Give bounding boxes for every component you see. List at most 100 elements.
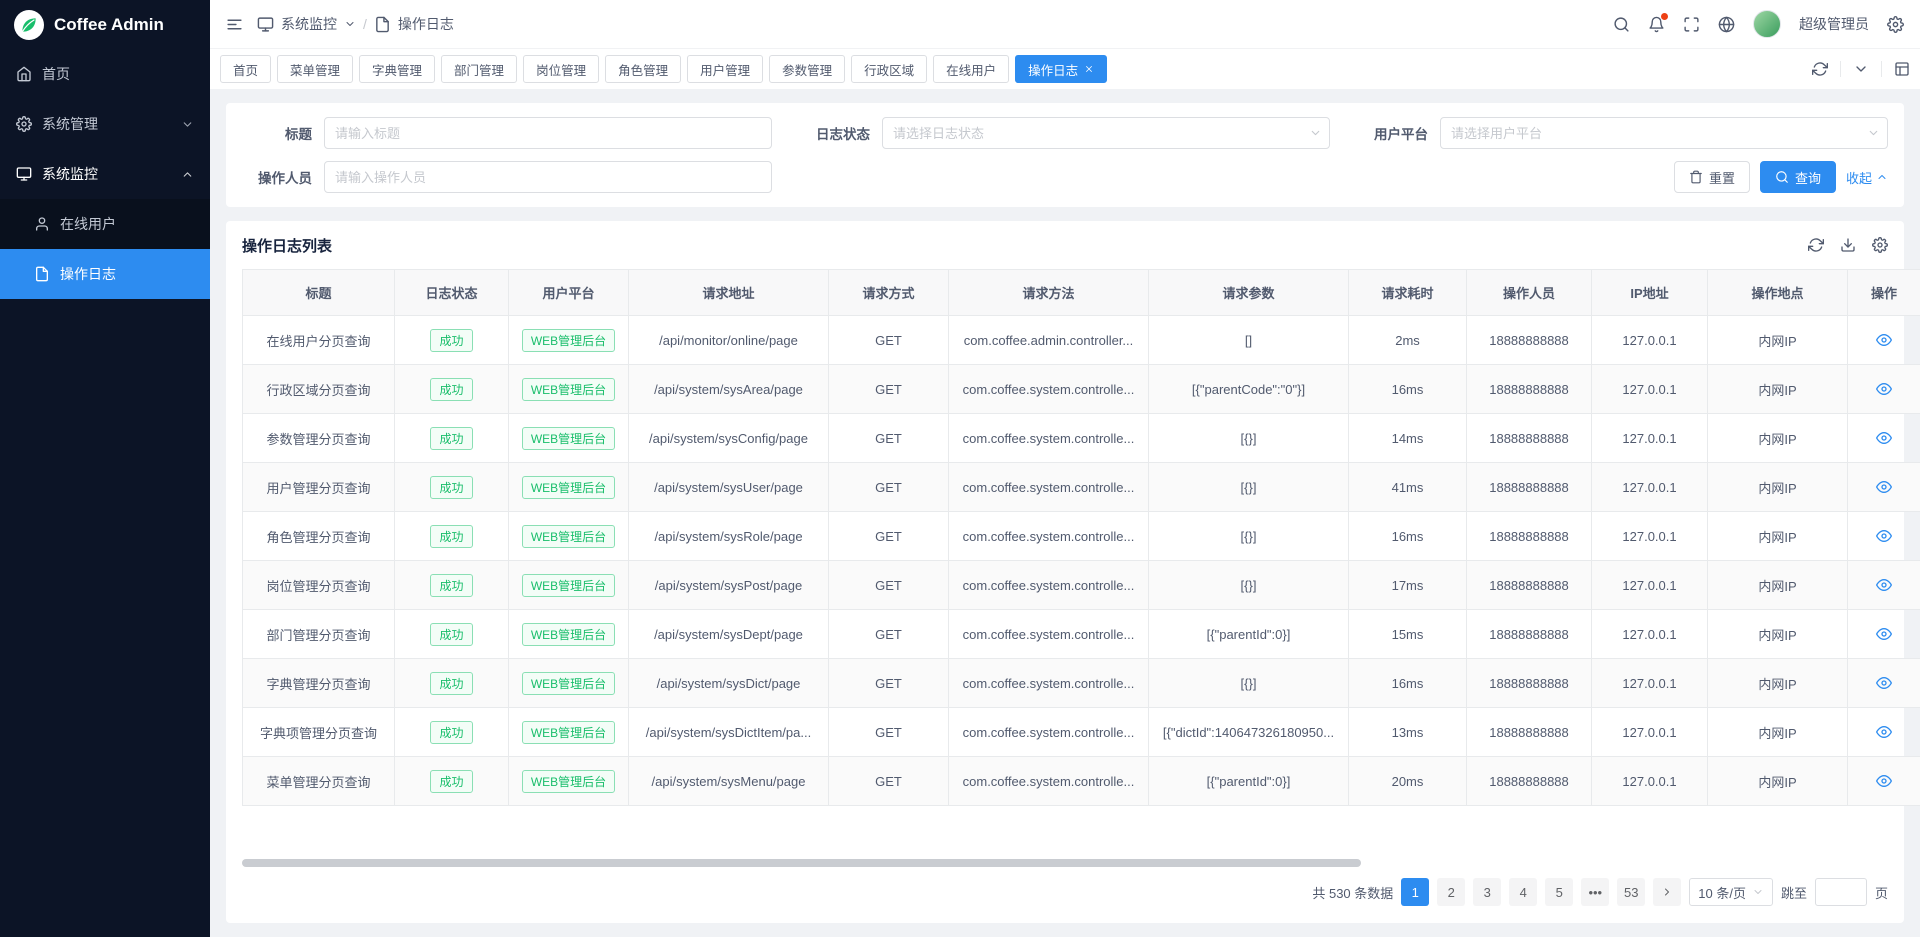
cell-func: com.coffee.system.controlle... bbox=[949, 708, 1149, 757]
gear-icon[interactable] bbox=[1887, 16, 1904, 33]
search-button[interactable]: 查询 bbox=[1760, 161, 1836, 193]
platform-badge: WEB管理后台 bbox=[522, 574, 615, 597]
page-size-value: 10 条/页 bbox=[1698, 883, 1746, 902]
cell-platform: WEB管理后台 bbox=[509, 365, 629, 414]
cell-method: GET bbox=[829, 561, 949, 610]
page-ellipsis[interactable]: ••• bbox=[1581, 878, 1609, 906]
cell-func: com.coffee.system.controlle... bbox=[949, 561, 1149, 610]
view-detail-eye-icon[interactable] bbox=[1876, 626, 1892, 642]
table-row: 岗位管理分页查询成功WEB管理后台/api/system/sysPost/pag… bbox=[243, 561, 1920, 610]
log-status-label: 日志状态 bbox=[800, 123, 870, 143]
view-detail-eye-icon[interactable] bbox=[1876, 332, 1892, 348]
next-page-button[interactable] bbox=[1653, 878, 1681, 906]
cell-title: 菜单管理分页查询 bbox=[243, 757, 395, 806]
cell-platform: WEB管理后台 bbox=[509, 610, 629, 659]
page-button-5[interactable]: 5 bbox=[1545, 878, 1573, 906]
page-button-4[interactable]: 4 bbox=[1509, 878, 1537, 906]
jump-page-input[interactable] bbox=[1815, 878, 1867, 906]
username[interactable]: 超级管理员 bbox=[1799, 14, 1869, 34]
cell-duration: 20ms bbox=[1349, 757, 1467, 806]
horizontal-scrollbar bbox=[242, 859, 1888, 867]
tab-3[interactable]: 部门管理 bbox=[441, 55, 517, 83]
view-detail-eye-icon[interactable] bbox=[1876, 724, 1892, 740]
export-icon[interactable] bbox=[1840, 237, 1856, 253]
fullscreen-icon[interactable] bbox=[1683, 16, 1700, 33]
page-button-1[interactable]: 1 bbox=[1401, 878, 1429, 906]
cell-ip: 127.0.0.1 bbox=[1592, 316, 1708, 365]
breadcrumb-separator: / bbox=[363, 16, 367, 32]
bell-icon[interactable] bbox=[1648, 16, 1665, 33]
column-header: 操作地点 bbox=[1708, 270, 1848, 316]
view-detail-eye-icon[interactable] bbox=[1876, 675, 1892, 691]
sidebar-item-system-management[interactable]: 系统管理 bbox=[0, 99, 210, 149]
page-button-2[interactable]: 2 bbox=[1437, 878, 1465, 906]
filter-panel: 标题 日志状态 bbox=[226, 103, 1904, 207]
cell-url: /api/system/sysArea/page bbox=[629, 365, 829, 414]
layout-icon[interactable] bbox=[1894, 61, 1910, 77]
page-size-select[interactable]: 10 条/页 bbox=[1689, 878, 1773, 906]
cell-params: [{}] bbox=[1149, 463, 1349, 512]
log-status-select[interactable] bbox=[882, 117, 1330, 149]
refresh-icon[interactable] bbox=[1808, 237, 1824, 253]
cell-method: GET bbox=[829, 757, 949, 806]
view-detail-eye-icon[interactable] bbox=[1876, 773, 1892, 789]
view-detail-eye-icon[interactable] bbox=[1876, 577, 1892, 593]
sidebar-item-home[interactable]: 首页 bbox=[0, 49, 210, 99]
page-button-3[interactable]: 3 bbox=[1473, 878, 1501, 906]
view-detail-eye-icon[interactable] bbox=[1876, 479, 1892, 495]
close-icon[interactable] bbox=[1084, 64, 1094, 74]
file-icon bbox=[34, 266, 50, 282]
breadcrumb-item[interactable]: 操作日志 bbox=[398, 14, 454, 34]
breadcrumb-item[interactable]: 系统监控 bbox=[281, 14, 337, 34]
cell-title: 行政区域分页查询 bbox=[243, 365, 395, 414]
column-header: 请求方法 bbox=[949, 270, 1149, 316]
operator-input[interactable] bbox=[324, 161, 772, 193]
tab-5[interactable]: 角色管理 bbox=[605, 55, 681, 83]
avatar[interactable] bbox=[1753, 10, 1781, 38]
cell-url: /api/system/sysDept/page bbox=[629, 610, 829, 659]
sidebar-item-system-monitor[interactable]: 系统监控 bbox=[0, 149, 210, 199]
reset-button[interactable]: 重置 bbox=[1674, 161, 1750, 193]
tab-1[interactable]: 菜单管理 bbox=[277, 55, 353, 83]
search-icon[interactable] bbox=[1613, 16, 1630, 33]
view-detail-eye-icon[interactable] bbox=[1876, 381, 1892, 397]
cell-status: 成功 bbox=[395, 512, 509, 561]
cell-ip: 127.0.0.1 bbox=[1592, 512, 1708, 561]
tab-8[interactable]: 行政区域 bbox=[851, 55, 927, 83]
user-platform-field: 用户平台 bbox=[1358, 117, 1888, 149]
cell-operator: 18888888888 bbox=[1467, 610, 1592, 659]
title-label: 标题 bbox=[242, 123, 312, 143]
tab-0[interactable]: 首页 bbox=[220, 55, 271, 83]
sidebar-item-operation-log[interactable]: 操作日志 bbox=[0, 249, 210, 299]
tab-2[interactable]: 字典管理 bbox=[359, 55, 435, 83]
view-detail-eye-icon[interactable] bbox=[1876, 528, 1892, 544]
refresh-tab-icon[interactable] bbox=[1812, 61, 1828, 77]
sidebar-item-online-users[interactable]: 在线用户 bbox=[0, 199, 210, 249]
cell-url: /api/monitor/online/page bbox=[629, 316, 829, 365]
cell-title: 岗位管理分页查询 bbox=[243, 561, 395, 610]
tab-label: 在线用户 bbox=[946, 60, 996, 79]
page-button-53[interactable]: 53 bbox=[1617, 878, 1645, 906]
cell-method: GET bbox=[829, 316, 949, 365]
chevron-down-icon[interactable] bbox=[1853, 61, 1869, 77]
tab-4[interactable]: 岗位管理 bbox=[523, 55, 599, 83]
view-detail-eye-icon[interactable] bbox=[1876, 430, 1892, 446]
user-platform-select[interactable] bbox=[1440, 117, 1888, 149]
cell-actions bbox=[1848, 463, 1920, 512]
chevron-down-icon bbox=[181, 118, 194, 131]
scrollbar-thumb[interactable] bbox=[242, 859, 1361, 867]
tab-9[interactable]: 在线用户 bbox=[933, 55, 1009, 83]
column-settings-icon[interactable] bbox=[1872, 237, 1888, 253]
collapse-filter-link[interactable]: 收起 bbox=[1846, 168, 1888, 187]
collapse-sidebar-icon[interactable] bbox=[226, 16, 243, 33]
tab-10[interactable]: 操作日志 bbox=[1015, 55, 1107, 83]
tab-7[interactable]: 参数管理 bbox=[769, 55, 845, 83]
cell-actions bbox=[1848, 414, 1920, 463]
cell-actions bbox=[1848, 610, 1920, 659]
trash-icon bbox=[1689, 170, 1703, 184]
translate-icon[interactable] bbox=[1718, 16, 1735, 33]
title-input[interactable] bbox=[324, 117, 772, 149]
tab-6[interactable]: 用户管理 bbox=[687, 55, 763, 83]
monitor-icon bbox=[257, 16, 274, 33]
cell-title: 在线用户分页查询 bbox=[243, 316, 395, 365]
